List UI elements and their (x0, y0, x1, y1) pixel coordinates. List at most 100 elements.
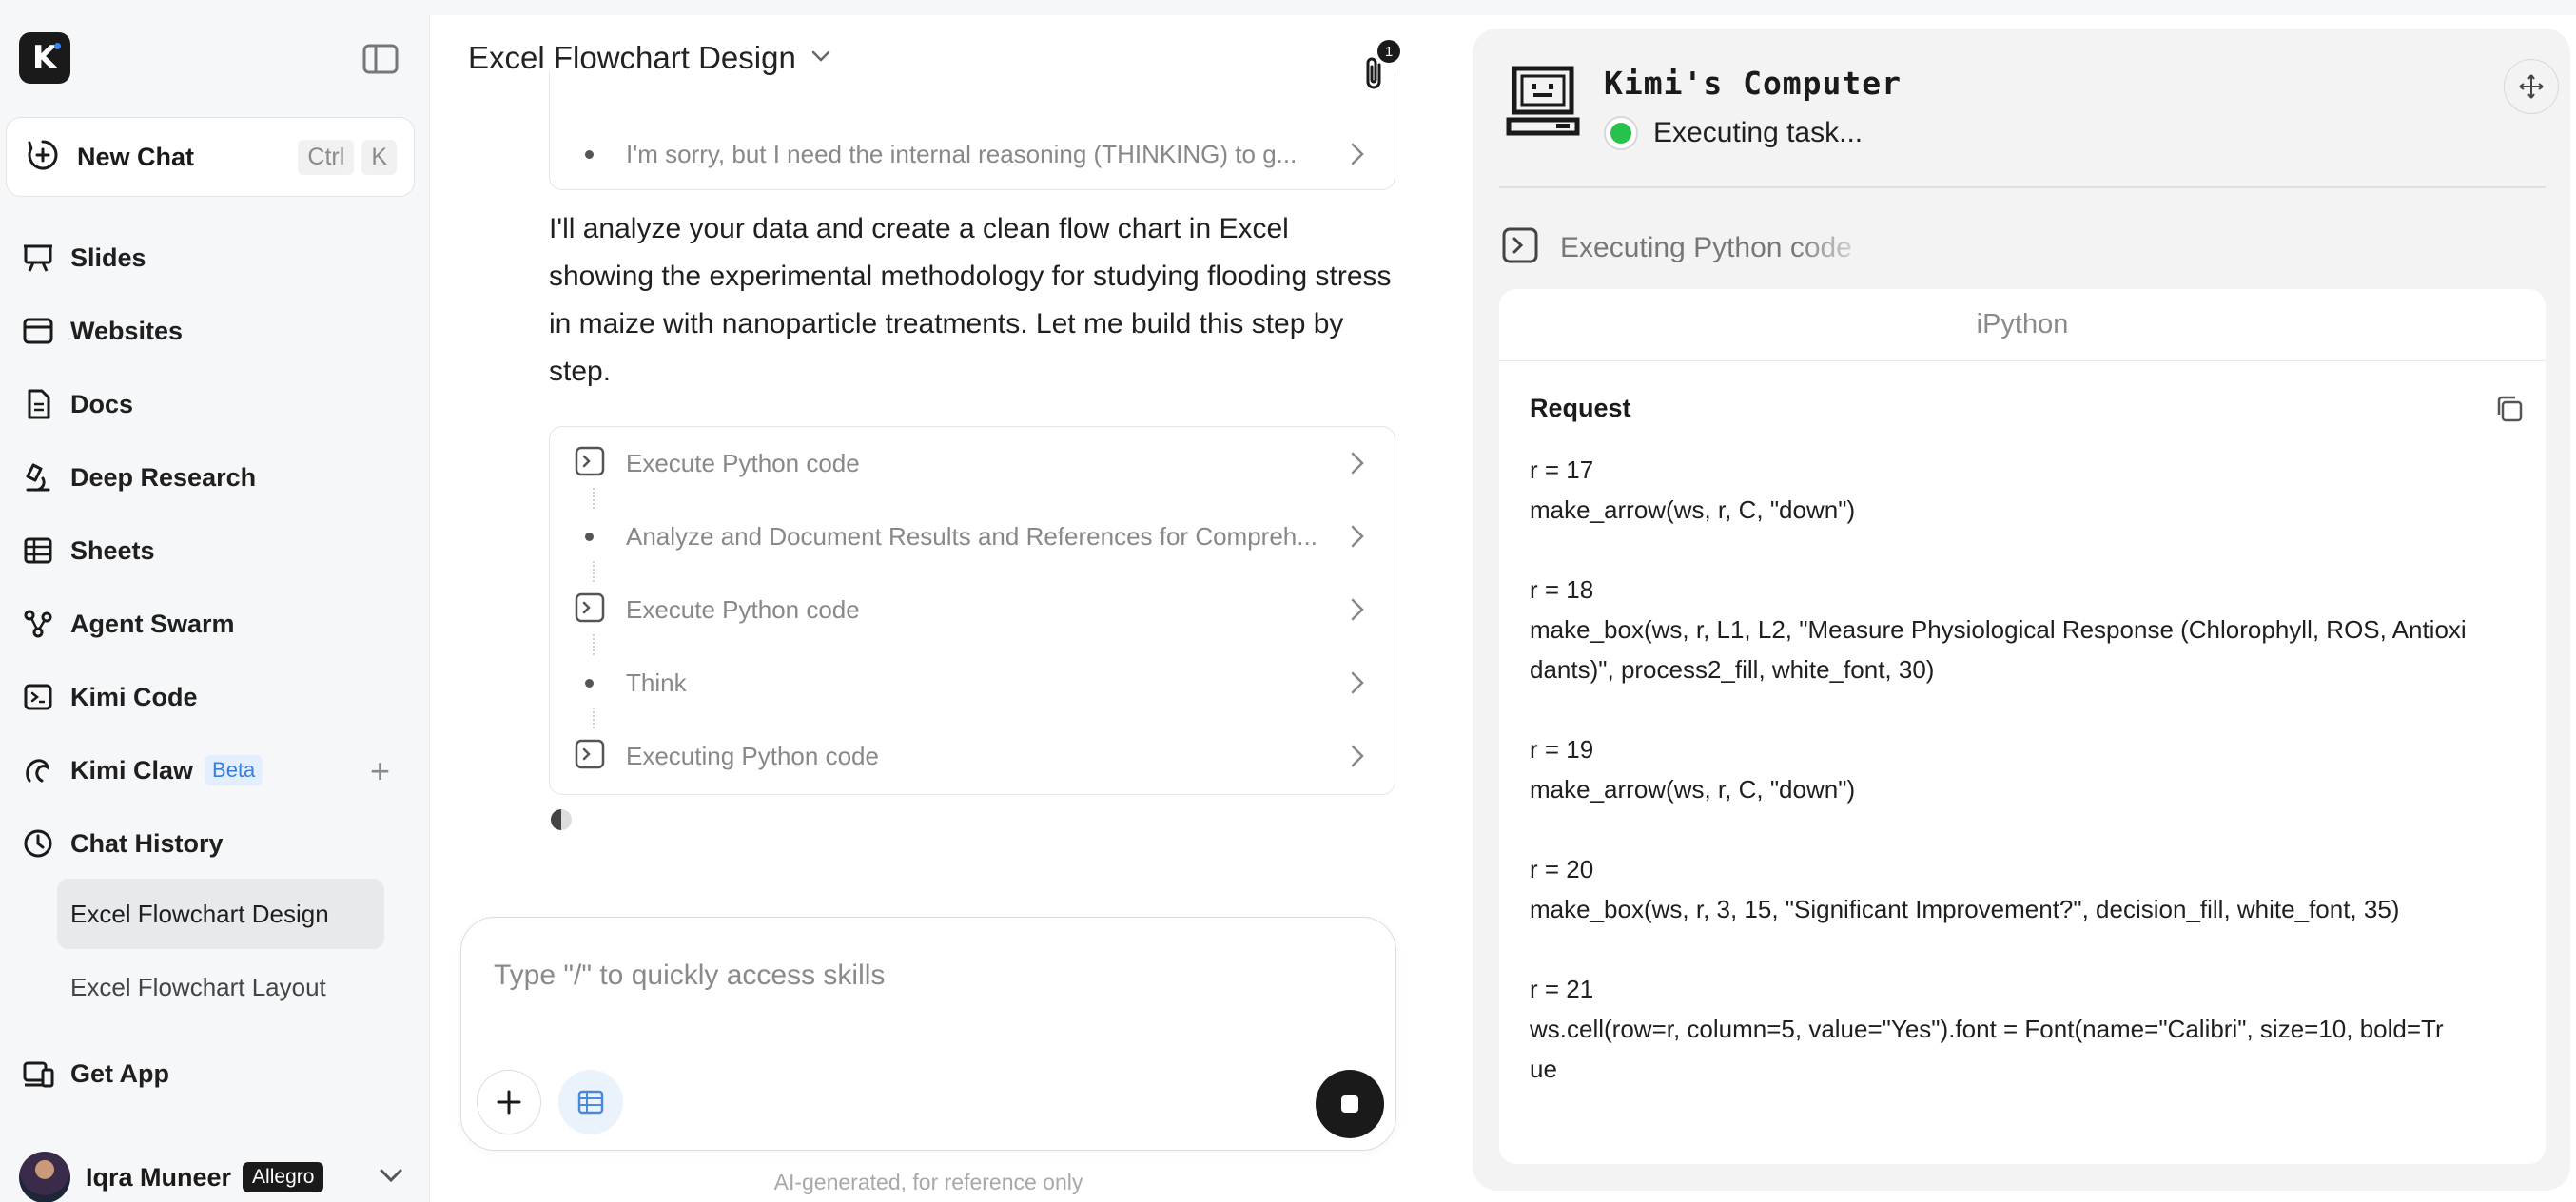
loading-spinner-icon (548, 806, 575, 838)
terminal-icon (575, 739, 605, 774)
user-profile[interactable]: Iqra Muneer Allegro (19, 1149, 419, 1202)
step-label: Executing Python code (626, 741, 879, 770)
sidebar-item-label: Kimi Claw (70, 755, 194, 785)
sidebar-item-chat-history[interactable]: Chat History (19, 815, 419, 872)
chevron-down-icon (810, 48, 832, 68)
request-label: Request (1530, 394, 1631, 422)
step-bullet (585, 678, 594, 688)
history-item-excel-flowchart-design[interactable]: Excel Flowchart Design (57, 879, 384, 949)
chevron-right-icon (1349, 596, 1366, 628)
get-app-button[interactable]: Get App (19, 1045, 419, 1102)
code-line: r = 17 (1530, 456, 1594, 484)
step-bullet (585, 149, 594, 159)
sidebar-toggle-icon[interactable] (361, 42, 401, 76)
step-connector (593, 708, 595, 728)
status-indicator-icon (1604, 116, 1638, 150)
sidebar-item-label: Agent Swarm (70, 609, 235, 638)
sidebar-item-sheets[interactable]: Sheets (19, 522, 419, 579)
ipython-card: iPython Request r = 17 make_arrow(ws, r, … (1499, 289, 2546, 1164)
status-text: Executing task... (1653, 117, 1864, 148)
chevron-right-icon (1349, 743, 1366, 774)
copy-icon[interactable] (2494, 394, 2525, 429)
terminal-icon (1501, 226, 1539, 269)
browser-window-icon (19, 312, 57, 350)
new-chat-label: New Chat (77, 142, 195, 171)
computer-icon (1505, 65, 1581, 145)
sidebar-item-label: Chat History (70, 828, 224, 858)
step-row[interactable]: Executing Python code (550, 727, 1395, 785)
steps-card: Execute Python code Analyze and Document… (549, 426, 1395, 795)
step-row[interactable]: I'm sorry, but I need the internal reaso… (550, 126, 1395, 183)
sidebar-item-label: Slides (70, 242, 146, 272)
stop-generation-button[interactable] (1316, 1070, 1384, 1138)
step-label: I'm sorry, but I need the internal reaso… (626, 139, 1298, 168)
chat-input-placeholder[interactable]: Type "/" to quickly access skills (494, 960, 885, 992)
sidebar-item-label: Kimi Code (70, 682, 198, 711)
step-connector (593, 634, 595, 655)
code-line: r = 18 (1530, 575, 1594, 604)
microscope-icon (19, 458, 57, 496)
chevron-down-icon[interactable] (377, 1166, 405, 1190)
beta-badge: Beta (205, 755, 263, 785)
step-label: Analyze and Document Results and Referen… (626, 521, 1317, 551)
assistant-message: I'll analyze your data and create a clea… (549, 213, 1392, 387)
history-item-excel-flowchart-layout[interactable]: Excel Flowchart Layout (57, 952, 384, 1022)
add-attachment-button[interactable] (477, 1070, 541, 1134)
tool-name: iPython (1499, 289, 2546, 361)
step-row[interactable]: Analyze and Document Results and Referen… (550, 508, 1395, 565)
chevron-right-icon (1349, 141, 1366, 172)
expand-panel-button[interactable] (2504, 59, 2559, 114)
sidebar-item-agent-swarm[interactable]: Agent Swarm (19, 595, 419, 652)
step-connector (593, 488, 595, 509)
document-icon (19, 385, 57, 423)
code-line: dants)", process2_fill, white_font, 30) (1530, 655, 1935, 684)
sidebar-item-slides[interactable]: Slides (19, 229, 419, 286)
step-row[interactable]: Think (550, 654, 1395, 711)
step-row[interactable]: Execute Python code (550, 581, 1395, 638)
sidebar-item-kimi-claw[interactable]: Kimi Claw Beta + (19, 742, 419, 799)
kimi-logo[interactable]: K (19, 32, 70, 84)
sidebar-item-docs[interactable]: Docs (19, 376, 419, 433)
terminal-icon (575, 446, 605, 481)
code-line: ue (1530, 1055, 1557, 1083)
sheets-skill-button[interactable] (558, 1070, 623, 1134)
chevron-right-icon (1349, 523, 1366, 554)
code-line: r = 20 (1530, 855, 1594, 883)
chevron-right-icon (1349, 669, 1366, 701)
sidebar-item-kimi-code[interactable]: Kimi Code (19, 669, 419, 726)
computer-panel: Kimi's Computer Executing task... Execut… (1473, 29, 2570, 1191)
terminal-icon (19, 678, 57, 716)
step-row[interactable]: Execute Python code (550, 435, 1395, 492)
sidebar-item-websites[interactable]: Websites (19, 302, 419, 359)
plan-badge: Allegro (243, 1162, 324, 1192)
new-chat-button[interactable]: New Chat Ctrl K (6, 117, 415, 197)
new-chat-icon (26, 138, 60, 177)
shortcut-key-ctrl: Ctrl (298, 139, 355, 175)
code-line: make_box(ws, r, L1, L2, "Measure Physiol… (1530, 615, 2467, 644)
avatar (19, 1152, 70, 1202)
clock-icon (19, 824, 57, 863)
divider (1499, 186, 2546, 188)
code-line-clipped (1530, 436, 2519, 450)
devices-icon (19, 1055, 57, 1093)
chevron-right-icon (1349, 450, 1366, 481)
step-label: Execute Python code (626, 594, 860, 624)
chat-input-box[interactable]: Type "/" to quickly access skills (460, 917, 1396, 1151)
code-line: make_arrow(ws, r, C, "down") (1530, 775, 1856, 804)
chat-title-dropdown[interactable]: Excel Flowchart Design (468, 40, 832, 76)
add-claw-icon[interactable]: + (370, 751, 390, 791)
previous-steps-card: I'm sorry, but I need the internal reaso… (549, 72, 1395, 190)
ai-disclaimer: AI-generated, for reference only (773, 1170, 1083, 1194)
step-connector (593, 561, 595, 582)
code-line: make_arrow(ws, r, C, "down") (1530, 495, 1856, 524)
attachment-count-badge: 1 (1377, 40, 1400, 63)
agent-swarm-icon (19, 605, 57, 643)
task-status: Executing task... (1604, 116, 1863, 150)
terminal-icon (575, 592, 605, 628)
code-line: r = 19 (1530, 735, 1594, 764)
chat-area: Excel Flowchart Design 1 I'm sorry, but … (430, 15, 1457, 1202)
step-bullet (585, 532, 594, 541)
sidebar-item-deep-research[interactable]: Deep Research (19, 449, 419, 506)
